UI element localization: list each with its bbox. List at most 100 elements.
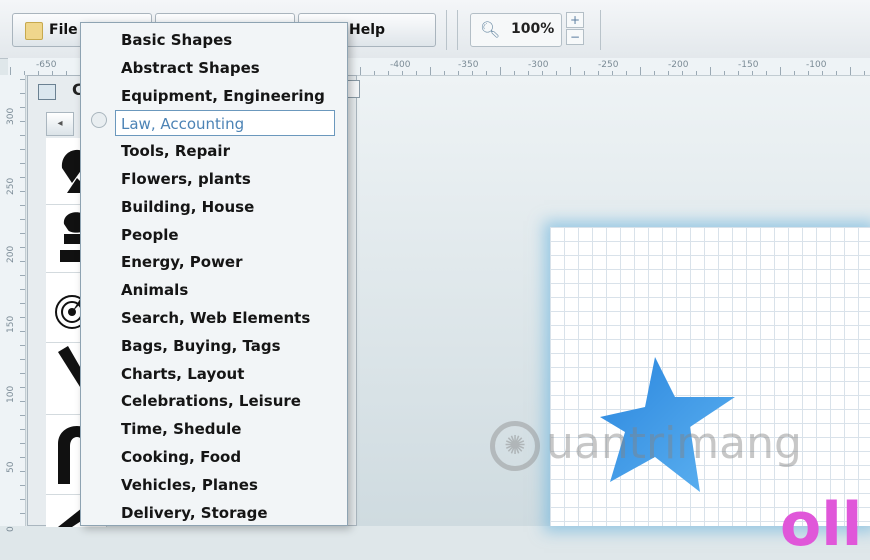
ruler-tick (20, 345, 25, 346)
lightbulb-icon: ✺ (490, 421, 540, 471)
dropdown-item-celebrations-leisure[interactable]: Celebrations, Leisure (121, 388, 335, 414)
dropdown-item-flowers-plants[interactable]: Flowers, plants (121, 166, 335, 192)
library-back-button[interactable]: ◂ (46, 112, 74, 136)
ruler-tick (598, 71, 599, 75)
dropdown-item-time-shedule[interactable]: Time, Shedule (121, 416, 335, 442)
ruler-tick (20, 415, 25, 416)
ruler-tick (626, 71, 627, 75)
ruler-tick (20, 205, 25, 206)
zoom-magnifier-icon: 🔍︎ (480, 20, 501, 39)
ruler-label: 150 (6, 315, 16, 333)
ruler-tick (388, 71, 389, 75)
ruler-tick (780, 67, 781, 75)
ruler-tick (20, 261, 25, 262)
vertical-ruler[interactable]: 300 250 200 150 100 50 0 (0, 75, 26, 532)
ruler-label: 300 (6, 107, 16, 125)
ruler-tick (668, 71, 669, 75)
ruler-tick (640, 67, 641, 75)
dropdown-item-people[interactable]: People (121, 222, 335, 248)
ruler-tick (654, 71, 655, 75)
folder-icon (25, 22, 43, 40)
ruler-label: 100 (6, 385, 16, 403)
ruler-tick (836, 71, 837, 75)
ruler-tick (710, 67, 711, 75)
dropdown-item-law-accounting[interactable]: Law, Accounting (115, 110, 335, 137)
ruler-label: 250 (6, 177, 16, 195)
ruler-tick (528, 71, 529, 75)
ruler-label: -350 (458, 60, 479, 70)
ruler-tick (738, 71, 739, 75)
ruler-tick (20, 443, 25, 444)
ruler-tick (374, 71, 375, 75)
ruler-tick (20, 163, 25, 164)
ruler-tick (514, 71, 515, 75)
ruler-tick (20, 317, 25, 318)
ruler-tick (20, 233, 25, 234)
ruler-tick (20, 107, 25, 108)
dropdown-item-delivery-storage[interactable]: Delivery, Storage (121, 500, 335, 526)
ruler-tick (20, 513, 25, 514)
ruler-label: -150 (738, 60, 759, 70)
ruler-tick (500, 67, 501, 75)
ruler-tick (10, 67, 11, 75)
zoom-in-button[interactable]: + (566, 12, 584, 28)
ruler-tick (20, 191, 25, 192)
ruler-label: -650 (36, 60, 57, 70)
dropdown-item-animals[interactable]: Animals (121, 277, 335, 303)
ruler-tick (20, 303, 25, 304)
ruler-label: -100 (806, 60, 827, 70)
ruler-tick (696, 71, 697, 75)
ruler-tick (584, 71, 585, 75)
ruler-tick (20, 149, 25, 150)
ruler-tick (20, 331, 25, 332)
ruler-tick (416, 71, 417, 75)
ruler-tick (20, 387, 25, 388)
dropdown-item-search-web-elements[interactable]: Search, Web Elements (121, 305, 335, 331)
ruler-tick (850, 67, 851, 75)
ruler-label: -250 (598, 60, 619, 70)
ruler-label: -300 (528, 60, 549, 70)
ruler-tick (430, 67, 431, 75)
zoom-out-button[interactable]: − (566, 29, 584, 45)
ruler-tick (20, 457, 25, 458)
ruler-tick (570, 67, 571, 75)
dropdown-item-charts-layout[interactable]: Charts, Layout (121, 361, 335, 387)
canvas-text-object[interactable]: oll (780, 495, 862, 555)
toolbar-separator (446, 10, 447, 50)
ruler-tick (808, 71, 809, 75)
dropdown-item-cooking-food[interactable]: Cooking, Food (121, 444, 335, 470)
ruler-tick (20, 275, 25, 276)
dropdown-item-abstract-shapes[interactable]: Abstract Shapes (121, 55, 335, 81)
zoom-field[interactable]: 🔍︎ 100% (470, 13, 562, 47)
ruler-tick (682, 71, 683, 75)
ruler-tick (612, 71, 613, 75)
ruler-tick (472, 71, 473, 75)
dropdown-item-basic-shapes[interactable]: Basic Shapes (121, 27, 335, 53)
library-scroll-button[interactable] (346, 80, 360, 98)
dropdown-item-energy-power[interactable]: Energy, Power (121, 249, 335, 275)
ruler-tick (20, 373, 25, 374)
ruler-tick (444, 71, 445, 75)
ruler-tick (822, 71, 823, 75)
ruler-tick (20, 219, 25, 220)
dropdown-item-building-house[interactable]: Building, House (121, 194, 335, 220)
ruler-tick (20, 485, 25, 486)
ruler-tick (20, 247, 25, 248)
dropdown-item-tools-repair[interactable]: Tools, Repair (121, 138, 335, 164)
dropdown-item-bags-buying-tags[interactable]: Bags, Buying, Tags (121, 333, 335, 359)
ruler-tick (486, 71, 487, 75)
dropdown-item-vehicles-planes[interactable]: Vehicles, Planes (121, 472, 335, 498)
watermark: ✺ uantrimang (490, 418, 802, 482)
ruler-tick (458, 71, 459, 75)
ruler-tick (20, 121, 25, 122)
ruler-tick (794, 71, 795, 75)
zoom-value: 100% (511, 21, 555, 37)
ruler-tick (20, 359, 25, 360)
ruler-tick (20, 289, 25, 290)
dropdown-item-equipment-engineering[interactable]: Equipment, Engineering (121, 83, 335, 109)
ruler-tick (20, 471, 25, 472)
ruler-tick (752, 71, 753, 75)
ruler-tick (724, 71, 725, 75)
toolbar-separator (600, 10, 601, 50)
file-menu-label: File (49, 22, 78, 38)
